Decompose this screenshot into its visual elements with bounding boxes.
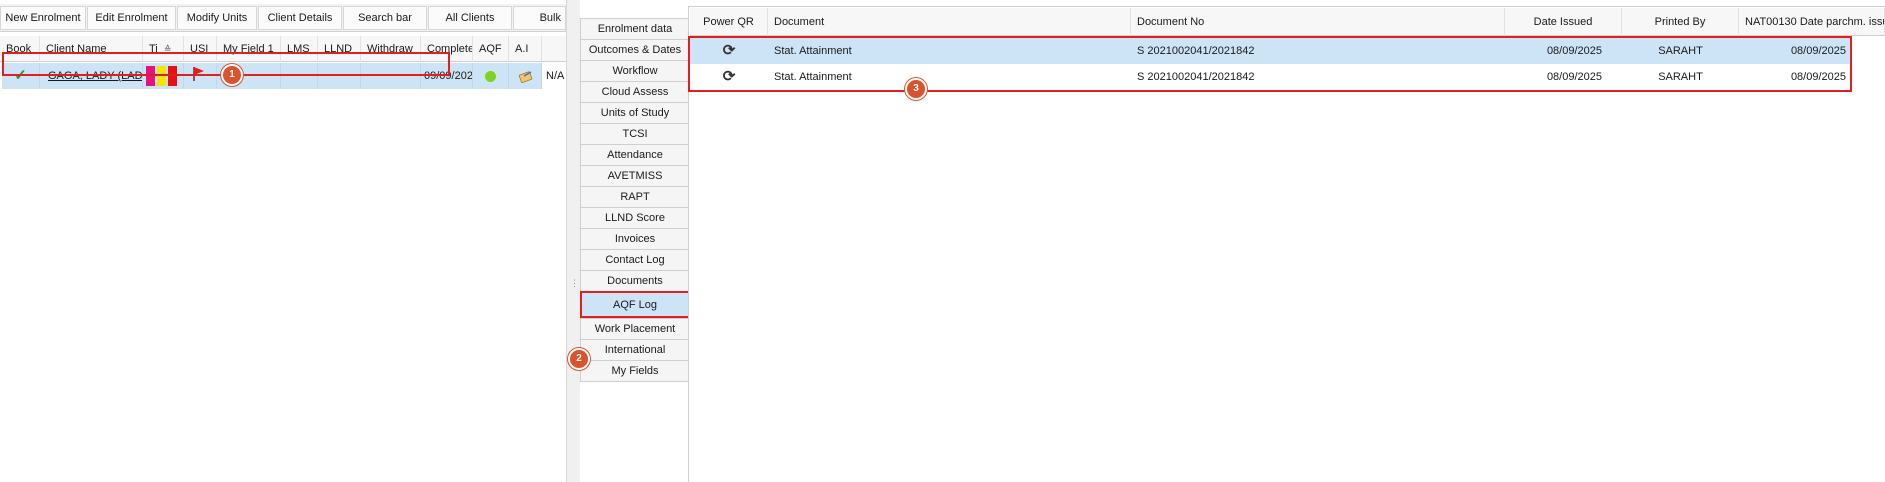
panel-splitter[interactable]: [566, 0, 580, 482]
column-header-document-no[interactable]: Document No: [1131, 8, 1505, 36]
column-header-document[interactable]: Document: [768, 8, 1131, 36]
column-header-printed-by[interactable]: Printed By: [1622, 8, 1739, 36]
tab-outcomes-dates[interactable]: Outcomes & Dates: [580, 39, 690, 61]
tab-invoices[interactable]: Invoices: [580, 228, 690, 250]
column-header-power-qr[interactable]: Power QR: [690, 8, 768, 36]
tab-tcsi[interactable]: TCSI: [580, 123, 690, 145]
extra-value-cell: N/A: [546, 70, 565, 82]
modify-units-button[interactable]: Modify Units: [177, 6, 257, 30]
tab-contact-log[interactable]: Contact Log: [580, 249, 690, 271]
tab-rapt[interactable]: RAPT: [580, 186, 690, 208]
edit-note-icon: [518, 71, 533, 83]
column-header-nat00130-date[interactable]: NAT00130 Date parchm. issu: [1739, 8, 1885, 36]
tab-llnd-score[interactable]: LLND Score: [580, 207, 690, 229]
aqf-status-dot: [485, 71, 496, 82]
aqf-cell: [473, 63, 509, 89]
column-header-ai[interactable]: A.I: [509, 36, 542, 62]
edit-enrolment-button[interactable]: Edit Enrolment: [87, 6, 176, 30]
column-header-aqf[interactable]: AQF: [473, 36, 509, 62]
callout-badge-2: 2: [568, 348, 590, 370]
tab-workflow[interactable]: Workflow: [580, 60, 690, 82]
toolbar: New Enrolment Edit Enrolment Modify Unit…: [0, 4, 566, 32]
callout-badge-3: 3: [905, 78, 927, 100]
splitter-grip-icon[interactable]: ⋮⋮: [570, 279, 588, 292]
tab-aqf-log[interactable]: AQF Log: [580, 291, 690, 318]
aqf-log-grid-header: Power QR Document Document No Date Issue…: [690, 8, 1885, 36]
highlight-box-aqf-rows: [688, 36, 1852, 92]
all-clients-button[interactable]: All Clients: [428, 6, 512, 30]
search-bar-button[interactable]: Search bar: [343, 6, 427, 30]
tab-units-of-study[interactable]: Units of Study: [580, 102, 690, 124]
callout-badge-1: 1: [221, 64, 243, 86]
tab-avetmiss[interactable]: AVETMISS: [580, 165, 690, 187]
tab-enrolment-data[interactable]: Enrolment data: [580, 18, 690, 40]
ai-cell[interactable]: [509, 63, 542, 89]
bulk-button[interactable]: Bulk: [513, 6, 566, 30]
tab-work-placement[interactable]: Work Placement: [580, 318, 690, 340]
tab-documents[interactable]: Documents: [580, 270, 690, 292]
new-enrolment-button[interactable]: New Enrolment: [0, 6, 86, 30]
tab-cloud-assess[interactable]: Cloud Assess: [580, 81, 690, 103]
column-header-date-issued[interactable]: Date Issued: [1505, 8, 1622, 36]
client-details-button[interactable]: Client Details: [258, 6, 342, 30]
tab-attendance[interactable]: Attendance: [580, 144, 690, 166]
tab-international[interactable]: International: [580, 339, 690, 361]
tab-my-fields[interactable]: My Fields: [580, 360, 690, 382]
